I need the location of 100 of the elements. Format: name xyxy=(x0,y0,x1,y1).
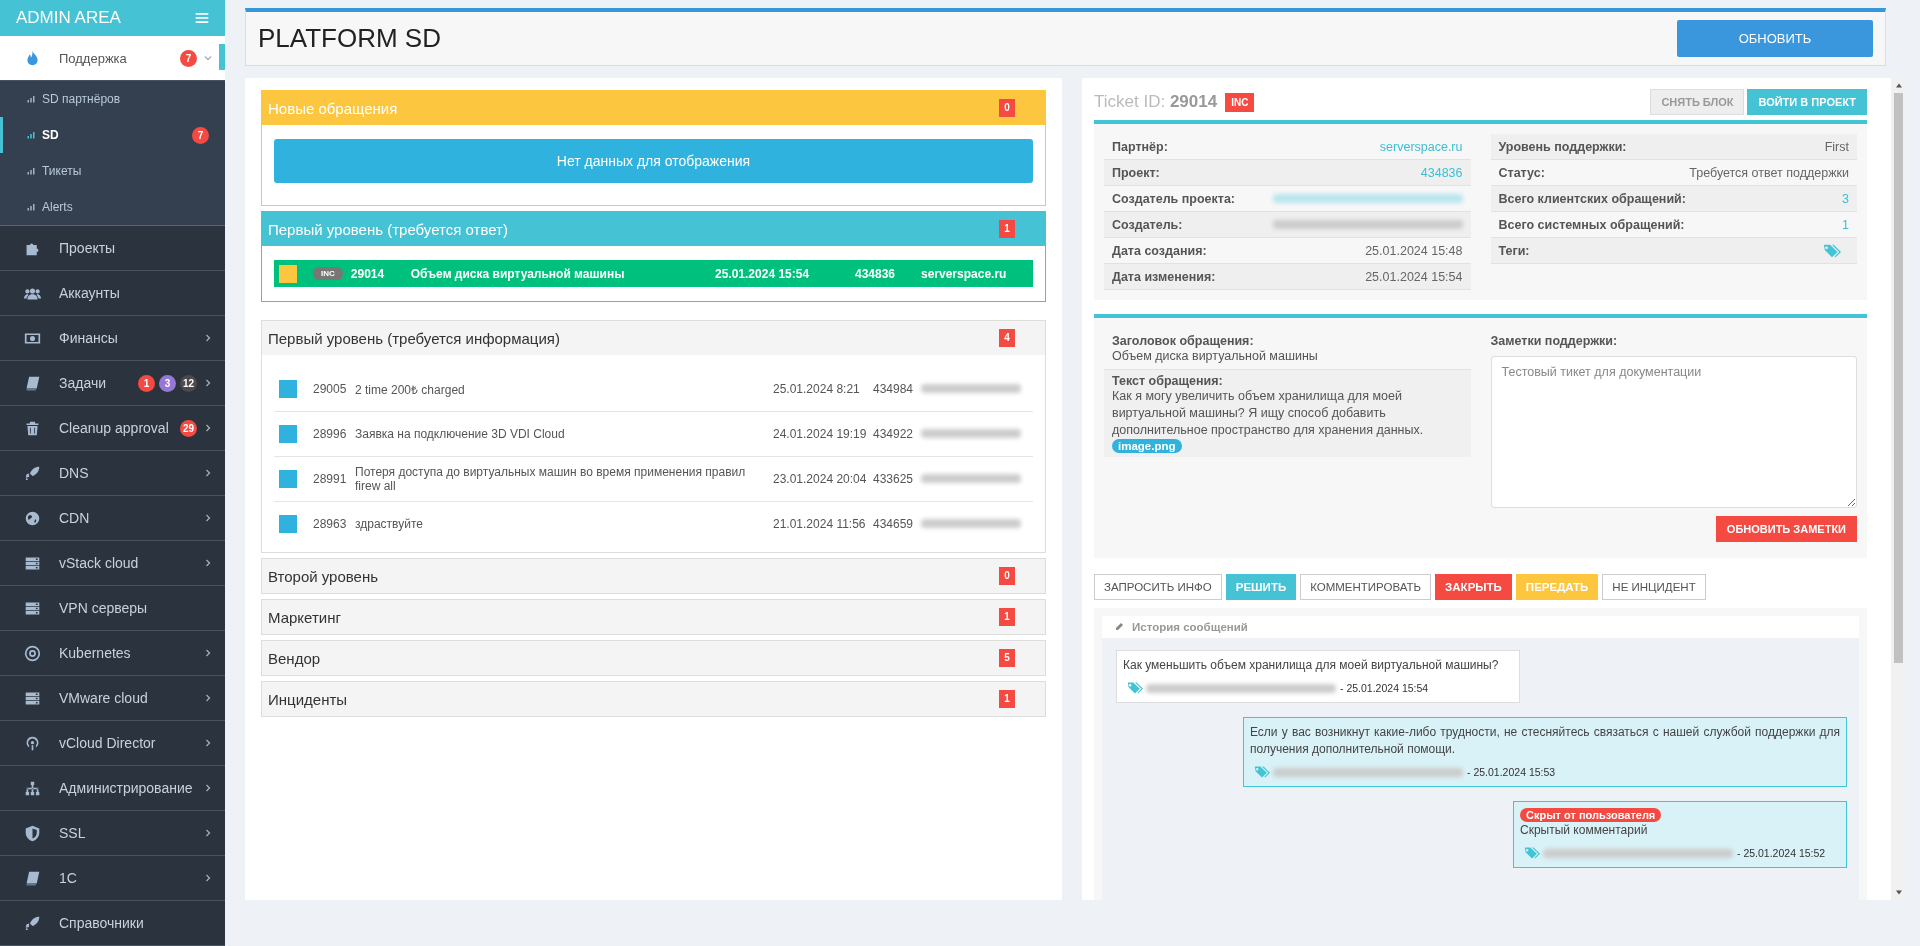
sidebar-item[interactable]: Cleanup approval 29 xyxy=(0,406,225,451)
queue-header[interactable]: Маркетинг 1 xyxy=(262,600,1045,634)
selection-indicator xyxy=(219,44,225,70)
project-id: 434836 xyxy=(855,266,897,281)
message-date: - 25.01.2024 15:54 xyxy=(1340,682,1429,694)
pencil-icon xyxy=(1114,622,1124,632)
queue-header[interactable]: Первый уровень (требуется ответ) 1 xyxy=(262,212,1045,246)
ticket-row[interactable]: 28991 Потеря доступа до виртуальных машин во время применения правил firew all 23.01.2024 20:04 433625 xyxy=(274,457,1033,502)
shield-icon xyxy=(24,824,41,842)
field-label: Дата изменения: xyxy=(1112,269,1216,284)
ticket-subject: Объем диска виртуальной машины xyxy=(1112,348,1319,365)
sidebar-item[interactable]: Поддержка 7 xyxy=(0,36,225,81)
count-badge: 1 xyxy=(999,608,1015,626)
message-text: Скрытый комментарий xyxy=(1520,822,1649,839)
message-date: - 25.01.2024 15:52 xyxy=(1737,847,1826,859)
action-button[interactable]: ЗАКРЫТЬ xyxy=(1435,574,1512,600)
field-value: 25.01.2024 15:54 xyxy=(1365,269,1463,284)
field-label: Всего системных обращений: xyxy=(1498,217,1685,232)
sidebar-item[interactable]: CDN xyxy=(0,496,225,541)
submenu-item[interactable]: SD 7 xyxy=(0,117,225,153)
submenu-item[interactable]: Тикеты xyxy=(0,153,225,189)
field-value: Требуется ответ поддержки xyxy=(1689,165,1849,180)
message-text: Если у вас возникнут какие-либо трудности, не стесняйтесь связаться с нашей службой поддержки для получения дополнительной помощи. xyxy=(1250,724,1840,758)
field-label: Дата создания: xyxy=(1112,243,1207,258)
field-label: Создатель проекта: xyxy=(1112,191,1236,206)
menu-icon[interactable] xyxy=(195,12,209,24)
scrollbar[interactable] xyxy=(1891,78,1906,900)
notes-field[interactable]: Тестовый тикет для документации xyxy=(1490,356,1857,508)
queue-header[interactable]: Второй уровень 0 xyxy=(262,559,1045,593)
field-label: Заголовок обращения: xyxy=(1112,334,1255,348)
submenu-item[interactable]: SD партнёров xyxy=(0,81,225,117)
ticket-subject: 2 time 200₺ charged xyxy=(355,381,466,398)
count-badge: 12 xyxy=(180,374,197,392)
ticket-id: 28996 xyxy=(313,427,348,441)
queue-header[interactable]: Вендор 5 xyxy=(262,641,1045,675)
project-id: 434659 xyxy=(873,517,915,531)
ticket-row[interactable]: 29005 2 time 200₺ charged 25.01.2024 8:21 434984 xyxy=(274,367,1033,412)
bar-chart-icon xyxy=(26,130,36,140)
count-badge: 29 xyxy=(180,419,197,437)
book-icon xyxy=(24,869,41,887)
count-badge: 5 xyxy=(999,649,1015,667)
sidebar-item[interactable]: 1C xyxy=(0,856,225,901)
globe-icon xyxy=(24,509,41,527)
action-button[interactable]: КОММЕНТИРОВАТЬ xyxy=(1300,574,1432,600)
ticket-row[interactable]: INC 29014 Объем диска виртуальной машины 25.01.2024 15:54 434836 serverspace.ru xyxy=(274,260,1033,287)
sidebar-item[interactable]: VPN серверы xyxy=(0,586,225,631)
field-label: Заметки поддержки: xyxy=(1490,334,1619,348)
history-title: История сообщений xyxy=(1132,621,1248,633)
tags-icon xyxy=(1254,764,1270,780)
trash-icon xyxy=(24,419,41,437)
sidebar-item[interactable]: Задачи 1 3 12 xyxy=(0,361,225,406)
bar-chart-icon xyxy=(26,202,36,212)
ticket-id: 29014 xyxy=(350,266,386,281)
ticket-row[interactable]: 28996 Заявка на подключение 3D VDI Cloud 24.01.2024 19:19 434922 xyxy=(274,412,1033,457)
ticket-date: 25.01.2024 8:21 xyxy=(773,382,861,396)
count-badge: 1 xyxy=(999,220,1015,238)
count-badge: 7 xyxy=(180,49,197,67)
app-title: ADMIN AREA xyxy=(16,8,122,28)
sidebar-item[interactable]: Справочники xyxy=(0,901,225,946)
hidden-badge: Скрыт от пользователя xyxy=(1520,808,1662,822)
ticket-id: 28963 xyxy=(313,517,348,531)
sidebar-item[interactable]: Администрирование xyxy=(0,766,225,811)
count-badge: 0 xyxy=(999,567,1015,585)
action-button[interactable]: ЗАПРОСИТЬ ИНФО xyxy=(1094,574,1222,600)
sidebar-item[interactable]: vCloud Director xyxy=(0,721,225,766)
ticket-subject: здраствуйте xyxy=(355,517,424,531)
bar-chart-icon xyxy=(26,166,36,176)
count-badge: 3 xyxy=(159,374,176,392)
count-badge: 7 xyxy=(192,126,209,144)
ticket-id-title: Ticket ID: 29014 xyxy=(1094,92,1218,112)
ticket-subject: Объем диска виртуальной машины xyxy=(409,266,626,281)
field-label: Создатель: xyxy=(1112,217,1183,232)
sidebar-item[interactable]: Kubernetes xyxy=(0,631,225,676)
count-badge: 4 xyxy=(999,329,1015,347)
count-badge: 1 xyxy=(999,690,1015,708)
sidebar-item[interactable]: DNS xyxy=(0,451,225,496)
ticket-subject: Потеря доступа до виртуальных машин во время применения правил firew all xyxy=(355,465,747,493)
queue-header[interactable]: Инциденты 1 xyxy=(262,682,1045,716)
sidebar-item[interactable]: Аккаунты xyxy=(0,271,225,316)
field-label: Уровень поддержки: xyxy=(1498,139,1627,154)
queue-header[interactable]: Первый уровень (требуется информация) 4 xyxy=(262,321,1045,355)
ticket-id: 28991 xyxy=(313,472,348,486)
sidebar-item[interactable]: Финансы xyxy=(0,316,225,361)
type-tag: INC xyxy=(1225,92,1255,112)
tags-icon xyxy=(1524,845,1540,861)
project-id: 433625 xyxy=(873,472,915,486)
sidebar-item[interactable]: Проекты xyxy=(0,226,225,271)
update-notes-button[interactable]: ОБНОВИТЬ ЗАМЕТКИ xyxy=(1715,516,1857,542)
field-label: Партнёр: xyxy=(1112,139,1168,154)
queue-header[interactable]: Новые обращения 0 xyxy=(262,91,1045,125)
count-badge: 1 xyxy=(138,374,155,392)
ticket-row[interactable]: 28963 здраствуйте 21.01.2024 11:56 434659 xyxy=(274,502,1033,546)
submenu-item[interactable]: Alerts xyxy=(0,189,225,225)
hierarchy-icon xyxy=(24,779,41,797)
action-button[interactable]: НЕ ИНЦИДЕНТ xyxy=(1602,574,1706,600)
ticket-date: 23.01.2024 20:04 xyxy=(773,472,868,486)
sidebar-item[interactable]: VMware cloud xyxy=(0,676,225,721)
sidebar-item[interactable]: SSL xyxy=(0,811,225,856)
ticket-text: Как я могу увеличить объем хранилища для моей виртуальной машины? Я ищу способ добавить дополнительное пространство для хранения данных. xyxy=(1112,388,1425,439)
sidebar-item[interactable]: vStack cloud xyxy=(0,541,225,586)
